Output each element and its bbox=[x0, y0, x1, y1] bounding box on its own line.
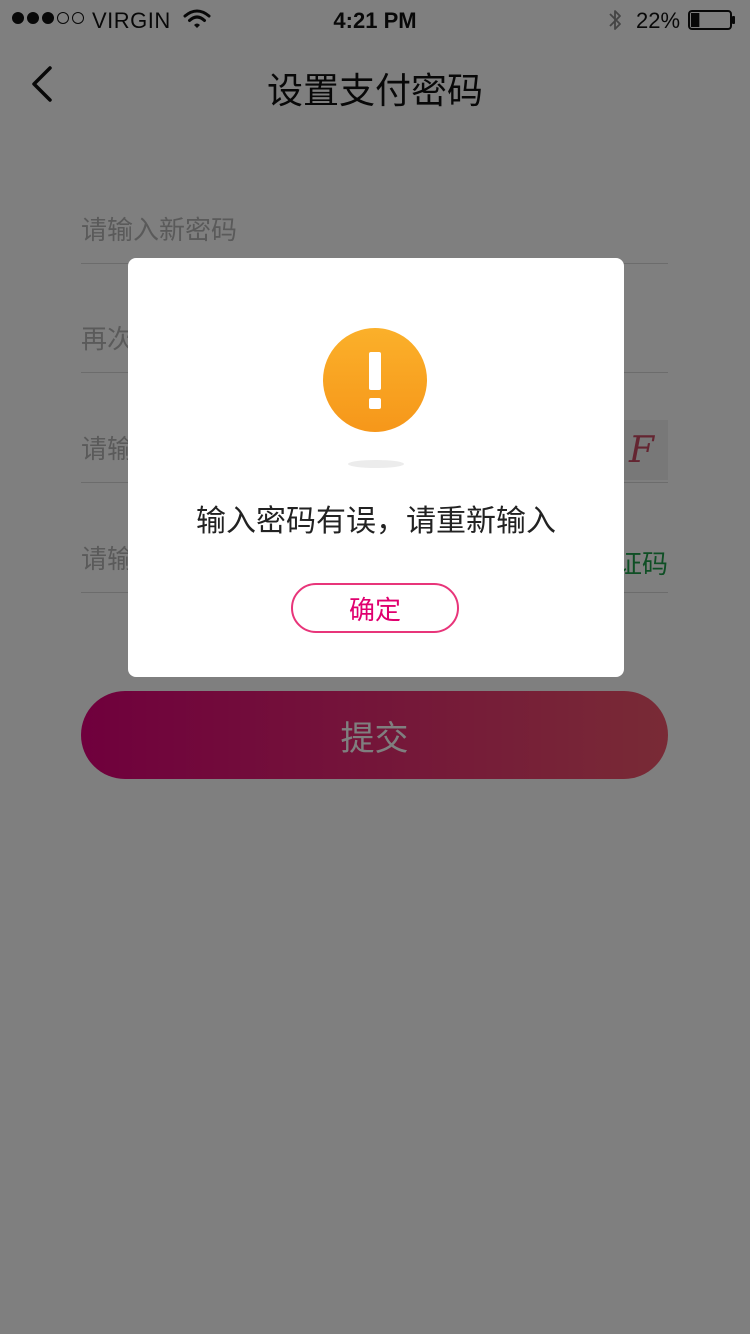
exclamation-warning-icon bbox=[323, 328, 427, 432]
dialog-message: 输入密码有误，请重新输入 bbox=[196, 504, 556, 539]
icon-shadow bbox=[348, 460, 404, 468]
error-dialog: 输入密码有误，请重新输入 确定 bbox=[128, 258, 624, 677]
confirm-button[interactable]: 确定 bbox=[291, 583, 459, 633]
